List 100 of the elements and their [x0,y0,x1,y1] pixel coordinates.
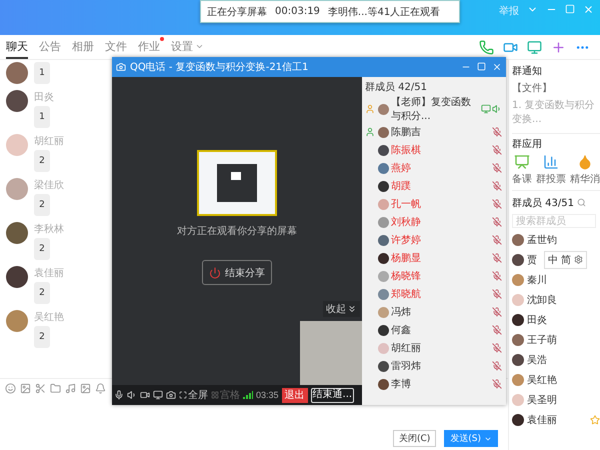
presentation-icon[interactable] [514,154,530,170]
avatar [378,378,389,390]
exit-button[interactable]: 退出 [282,388,308,402]
member-name[interactable]: 刘秋静 [391,215,490,229]
settings-icon[interactable] [574,255,583,264]
sender-name: 梁佳欣 [34,178,64,192]
member-name[interactable]: 贾 [527,252,537,266]
avatar [378,216,389,228]
member-name[interactable]: 胡蹼 [391,179,490,193]
bell-icon[interactable] [95,383,106,394]
restore-icon[interactable] [565,4,575,14]
image-icon[interactable] [80,383,91,394]
folder-icon[interactable] [50,383,61,394]
member-name[interactable]: 孟世钧 [527,232,557,246]
app-label[interactable]: 精华消 [570,172,600,186]
tab[interactable]: 公告 [39,36,61,58]
tab[interactable]: 聊天 [6,36,28,58]
close-button[interactable]: 关闭(C) [392,430,436,447]
member-name[interactable]: 燕婷 [391,161,490,175]
member-name[interactable]: 许梦婷 [391,233,490,247]
signal-icon [243,391,253,399]
member-name[interactable]: 吴浩 [527,352,547,366]
muted-mic-icon [492,325,502,335]
member-name[interactable]: 胡红丽 [391,341,490,355]
app-label[interactable]: 备课 [512,172,532,186]
member-name[interactable]: 何鑫 [391,323,490,337]
window-drawing [217,164,257,202]
speaker-icon[interactable] [127,390,137,400]
phone-icon[interactable] [479,40,494,54]
member-name[interactable]: 杨晓锋 [391,269,490,283]
member-name[interactable]: 吴红艳 [527,372,557,386]
search-icon[interactable] [577,198,586,207]
maximize-icon[interactable] [477,62,486,71]
scissors-icon[interactable] [35,383,46,394]
ime-label[interactable]: 简 [561,252,571,266]
avatar[interactable] [6,90,28,112]
member-name[interactable]: 孔一帆 [391,197,490,211]
member-name[interactable]: 袁佳丽 [527,412,557,426]
monitor-icon[interactable] [153,390,163,400]
app-label[interactable]: 群投票 [536,172,566,186]
muted-mic-icon [492,379,502,389]
smiley-icon[interactable] [5,383,16,394]
member-name[interactable]: 王子萌 [527,332,557,346]
avatar [378,288,389,300]
fullscreen-button[interactable]: 全屏 [179,388,208,402]
share-hint: 对方正在观看你分享的屏幕 [177,224,297,238]
member-name[interactable]: 杨鹏显 [391,251,490,265]
member-name[interactable]: 秦川 [527,272,547,286]
tab[interactable]: 文件 [105,36,127,58]
member-name[interactable]: 吴圣明 [527,392,557,406]
avatar[interactable] [512,314,524,326]
microphone-icon[interactable] [114,390,124,400]
share-status: 正在分享屏幕 [207,6,267,18]
member-name[interactable]: 雷羽炜 [391,359,490,373]
avatar [378,198,389,210]
video-camera-icon[interactable] [140,390,150,400]
muted-mic-icon [492,163,502,173]
message-bubble: 1 [34,62,50,84]
avatar[interactable] [6,266,28,288]
bar-chart-icon[interactable] [543,154,559,170]
tab[interactable]: 设置 [171,36,204,58]
muted-mic-icon [492,199,502,209]
close-icon[interactable] [492,62,502,72]
member-name[interactable]: 沈卸良 [527,292,557,306]
muted-mic-icon [492,343,502,353]
end-call-button[interactable]: 结束通... [310,388,354,402]
avatar [378,234,389,246]
chevrons-down-icon [347,304,357,314]
muted-mic-icon [492,217,502,227]
music-icon[interactable] [65,383,76,394]
expand-icon [179,391,187,399]
close-icon[interactable] [583,4,594,15]
avatar[interactable] [512,354,524,366]
droplet-icon[interactable] [577,154,593,170]
muted-mic-icon [492,253,502,263]
plus-icon[interactable] [551,40,566,54]
person-icon [365,127,375,137]
end-share-button[interactable]: 结束分享 [202,260,272,285]
camera-icon [116,62,126,72]
avatar[interactable] [512,254,524,266]
viewer-count: 李明伟...等41人正在观看 [328,6,440,18]
avatar[interactable] [6,222,28,244]
avatar [378,126,389,138]
avatar [378,162,389,174]
member-name[interactable]: 陈鹏吉 [391,125,490,139]
avatar[interactable] [512,414,524,426]
member-name[interactable]: 陈振棋 [391,143,490,157]
search-field[interactable]: 搜索群成员 [512,214,596,228]
avatar [378,306,389,318]
power-icon [209,266,221,278]
member-name[interactable]: 冯炜 [391,305,490,319]
tab[interactable]: 相册 [72,36,94,58]
member-name[interactable]: 李博 [391,377,490,391]
message-bubble: 1 [34,106,50,128]
muted-mic-icon [492,289,502,299]
collapse-button[interactable]: 收起 [323,301,360,317]
member-name[interactable]: 【老师】复变函数与积分... [391,95,479,123]
member-name[interactable]: 田炎 [527,312,547,326]
member-name[interactable]: 郑晓航 [391,287,490,301]
ime-label[interactable]: 中 [548,252,558,266]
